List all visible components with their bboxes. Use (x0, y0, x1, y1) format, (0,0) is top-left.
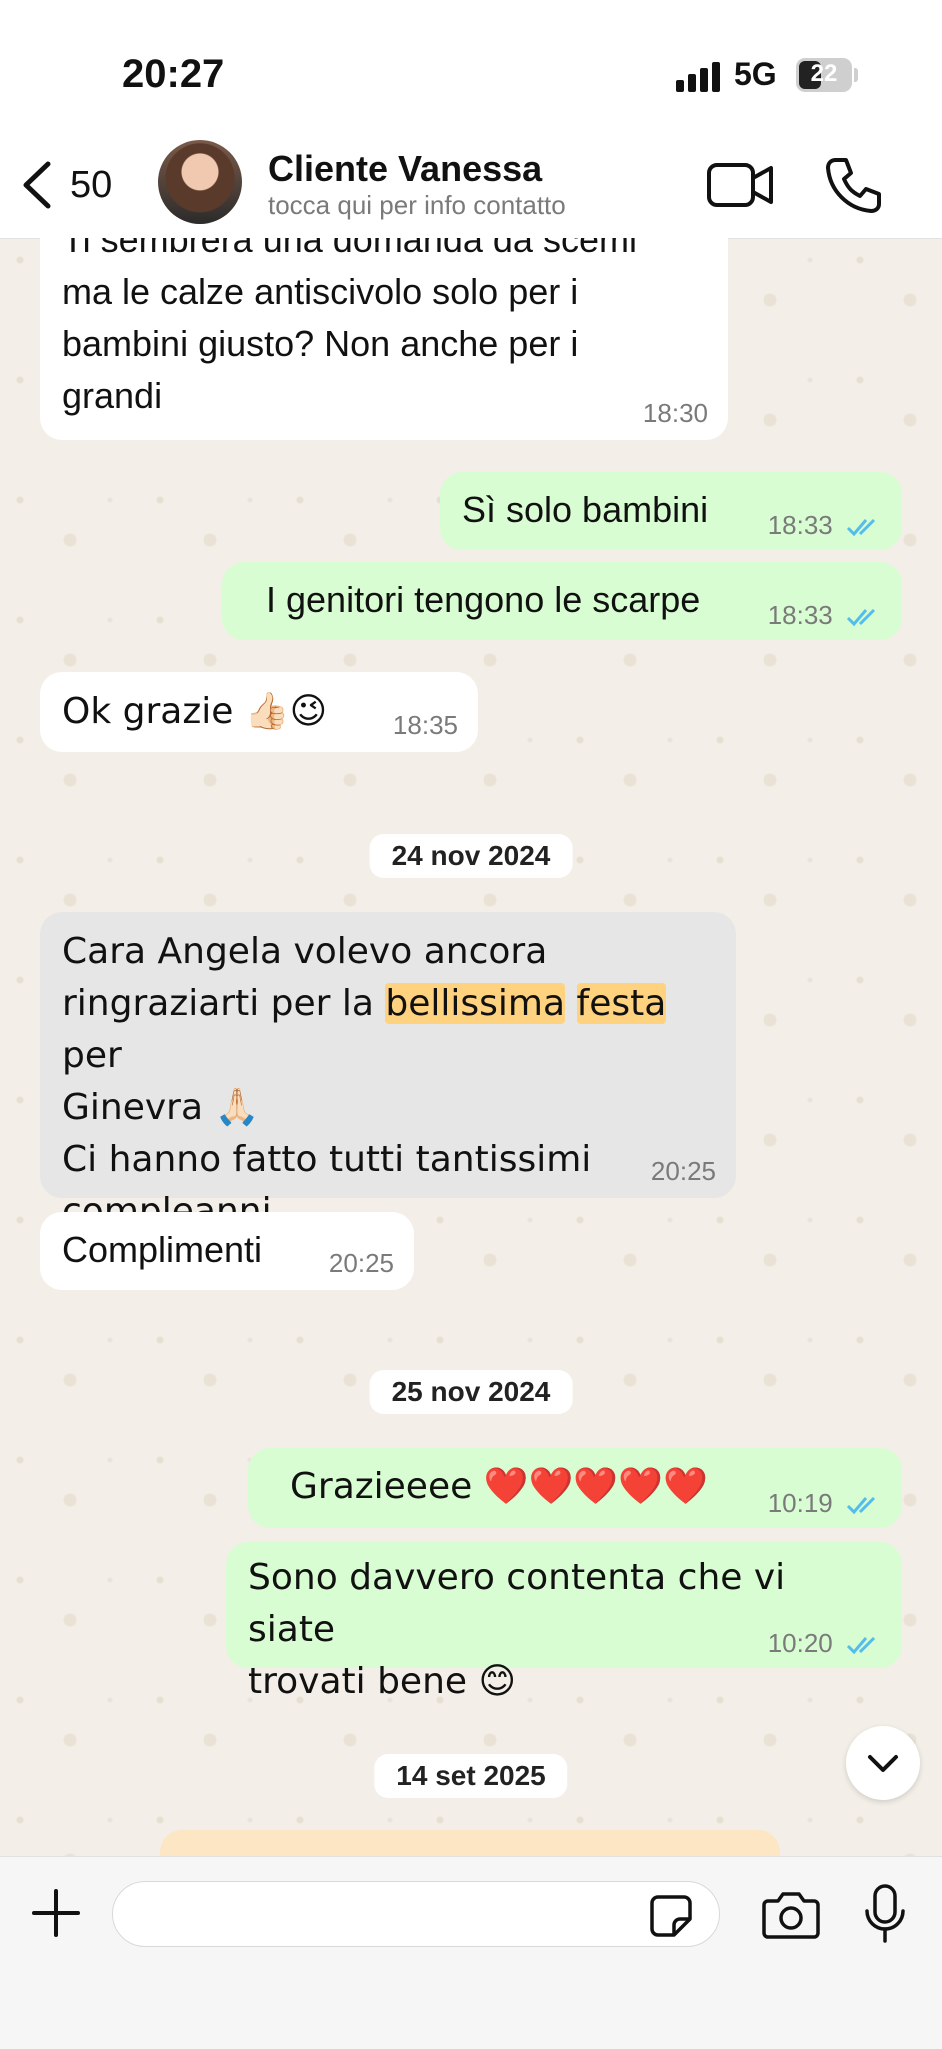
date-separator: 24 nov 2024 (369, 834, 573, 878)
battery-level: 22 (810, 60, 838, 87)
message-incoming[interactable]: Complimenti 20:25 (40, 1212, 414, 1290)
message-text: Grazieeee ❤️❤️❤️❤️❤️ (290, 1466, 708, 1507)
battery-nub (854, 68, 858, 82)
message-input[interactable] (112, 1881, 720, 1947)
date-separator: 25 nov 2024 (369, 1370, 573, 1414)
unread-count: 50 (70, 164, 113, 206)
status-time: 20:27 (122, 52, 225, 96)
message-time: 20:25 (328, 1248, 394, 1278)
message-time: 10:19 (767, 1488, 833, 1518)
message-outgoing[interactable]: Grazieeee ❤️❤️❤️❤️❤️ 10:19 (248, 1448, 902, 1528)
message-time: 10:20 (767, 1628, 833, 1658)
contact-name[interactable]: Cliente Vanessa (268, 148, 542, 190)
message-time: 18:33 (767, 600, 833, 630)
message-text: Ok grazie 👍🏻😉 (62, 691, 328, 732)
message-text: I genitori tengono le scarpe (266, 579, 701, 620)
network-type: 5G (734, 56, 777, 92)
microphone-icon[interactable] (862, 1883, 908, 1945)
message-text: Complimenti (62, 1229, 263, 1270)
plus-icon[interactable] (30, 1887, 82, 1939)
status-bar: 20:27 5G 22 (0, 0, 942, 150)
message-incoming-selected[interactable]: Cara Angela volevo ancora ringraziarti p… (40, 912, 736, 1232)
message-meta: 18:33 (768, 510, 882, 540)
contact-avatar[interactable] (158, 140, 242, 224)
message-meta: 18:33 (768, 600, 882, 630)
message-time: 20:25 (650, 1156, 716, 1186)
read-ticks-icon (846, 609, 876, 627)
chevron-down-icon (868, 1755, 898, 1772)
signal-icon (676, 62, 720, 92)
composer-bar (0, 1856, 942, 2049)
search-highlight: bellissima (385, 983, 566, 1024)
message-outgoing[interactable]: Sono davvero contenta che vi siate trova… (226, 1542, 902, 1702)
message-time: 18:35 (392, 710, 458, 740)
message-incoming[interactable]: Ok grazie 👍🏻😉 18:35 (40, 672, 478, 752)
back-button[interactable]: 50 (14, 156, 124, 212)
phone-icon[interactable] (824, 156, 884, 214)
camera-icon[interactable] (762, 1889, 820, 1939)
scroll-to-bottom-button[interactable] (846, 1726, 920, 1800)
message-outgoing[interactable]: I genitori tengono le scarpe 18:33 (222, 562, 902, 640)
message-meta: 10:19 (768, 1488, 882, 1518)
message-text: Ti sembrerà una domanda da scemi ma le c… (62, 219, 637, 416)
sticker-icon[interactable] (648, 1893, 694, 1939)
message-text: Cara Angela volevo ancora ringraziarti p… (62, 926, 714, 1238)
chat-header: 50 Cliente Vanessa tocca qui per info co… (0, 130, 942, 239)
message-time: 18:33 (767, 510, 833, 540)
contact-info-hint[interactable]: tocca qui per info contatto (268, 190, 566, 221)
read-ticks-icon (846, 519, 876, 537)
read-ticks-icon (846, 1497, 876, 1515)
search-highlight: festa (576, 983, 667, 1024)
battery-icon: 22 (796, 58, 852, 92)
message-time: 18:30 (642, 398, 708, 428)
chevron-left-icon (23, 161, 51, 209)
read-ticks-icon (846, 1637, 876, 1655)
date-separator: 14 set 2025 (374, 1754, 568, 1798)
message-meta: 10:20 (768, 1628, 882, 1658)
message-text: Sì solo bambini (462, 489, 709, 530)
video-camera-icon[interactable] (706, 160, 774, 210)
message-outgoing[interactable]: Sì solo bambini 18:33 (440, 472, 902, 550)
